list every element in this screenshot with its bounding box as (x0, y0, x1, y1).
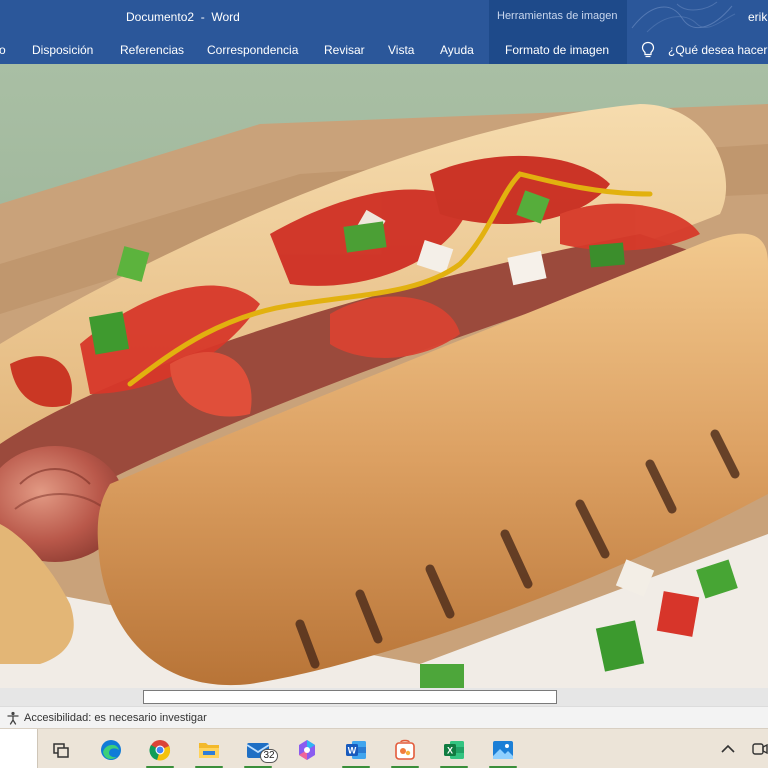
title-separator: - (200, 10, 205, 24)
taskbar-search-box[interactable] (0, 729, 38, 768)
tab-diseno-partial[interactable]: o (0, 43, 6, 57)
scrollbar-thumb[interactable] (143, 690, 557, 704)
edge-button[interactable] (91, 733, 131, 767)
status-bar: Accesibilidad: es necesario investigar (0, 706, 768, 728)
hot-dog-photo[interactable] (0, 64, 768, 688)
photos-icon (493, 741, 513, 759)
svg-text:X: X (447, 746, 453, 756)
show-hidden-icons-chevron-icon[interactable] (720, 743, 736, 755)
word-icon: W (346, 741, 366, 759)
office-flourish-decoration (631, 1, 736, 33)
meet-now-icon[interactable] (752, 741, 768, 757)
file-explorer-button[interactable] (189, 733, 229, 768)
tell-me-label: ¿Qué desea hacer? (668, 43, 768, 57)
photos-button[interactable] (483, 733, 523, 768)
account-name[interactable]: erik (748, 10, 767, 24)
paint-icon (395, 739, 415, 760)
tab-referencias[interactable]: Referencias (120, 43, 184, 57)
title-bar: Documento2 - Word Herramientas de imagen… (0, 0, 768, 34)
tab-formato-de-imagen[interactable]: Formato de imagen (505, 43, 609, 57)
document-canvas[interactable] (0, 64, 768, 688)
svg-text:W: W (348, 746, 357, 756)
tab-disposicion[interactable]: Disposición (32, 43, 93, 57)
mail-button[interactable]: 32 (238, 733, 278, 768)
paint-button[interactable] (385, 733, 425, 768)
excel-icon: X (444, 741, 464, 759)
tab-revisar[interactable]: Revisar (324, 43, 365, 57)
windows-taskbar: 32 W X (0, 728, 768, 768)
tab-vista[interactable]: Vista (388, 43, 414, 57)
chrome-button[interactable] (140, 733, 180, 768)
tab-ayuda[interactable]: Ayuda (440, 43, 474, 57)
task-view-icon (53, 743, 69, 758)
accessibility-icon[interactable] (6, 711, 20, 725)
edge-icon (101, 740, 121, 760)
file-explorer-icon (199, 743, 219, 758)
document-name: Documento2 (126, 10, 195, 24)
tab-correspondencia[interactable]: Correspondencia (207, 43, 298, 57)
picture-tools-group-label: Herramientas de imagen (489, 0, 627, 34)
excel-button[interactable]: X (434, 733, 474, 768)
copilot-icon (299, 740, 315, 760)
lightbulb-icon (641, 41, 655, 58)
chrome-icon (149, 740, 171, 761)
ribbon-tab-bar: o Disposición Referencias Correspondenci… (0, 34, 768, 64)
copilot-button[interactable] (287, 733, 327, 767)
app-name: Word (211, 10, 240, 24)
accessibility-status[interactable]: Accesibilidad: es necesario investigar (24, 712, 207, 724)
window-title: Documento2 - Word (126, 10, 240, 24)
task-view-button[interactable] (41, 733, 81, 767)
horizontal-scrollbar[interactable] (0, 688, 768, 706)
mail-unread-badge: 32 (260, 749, 278, 763)
word-button[interactable]: W (336, 733, 376, 768)
